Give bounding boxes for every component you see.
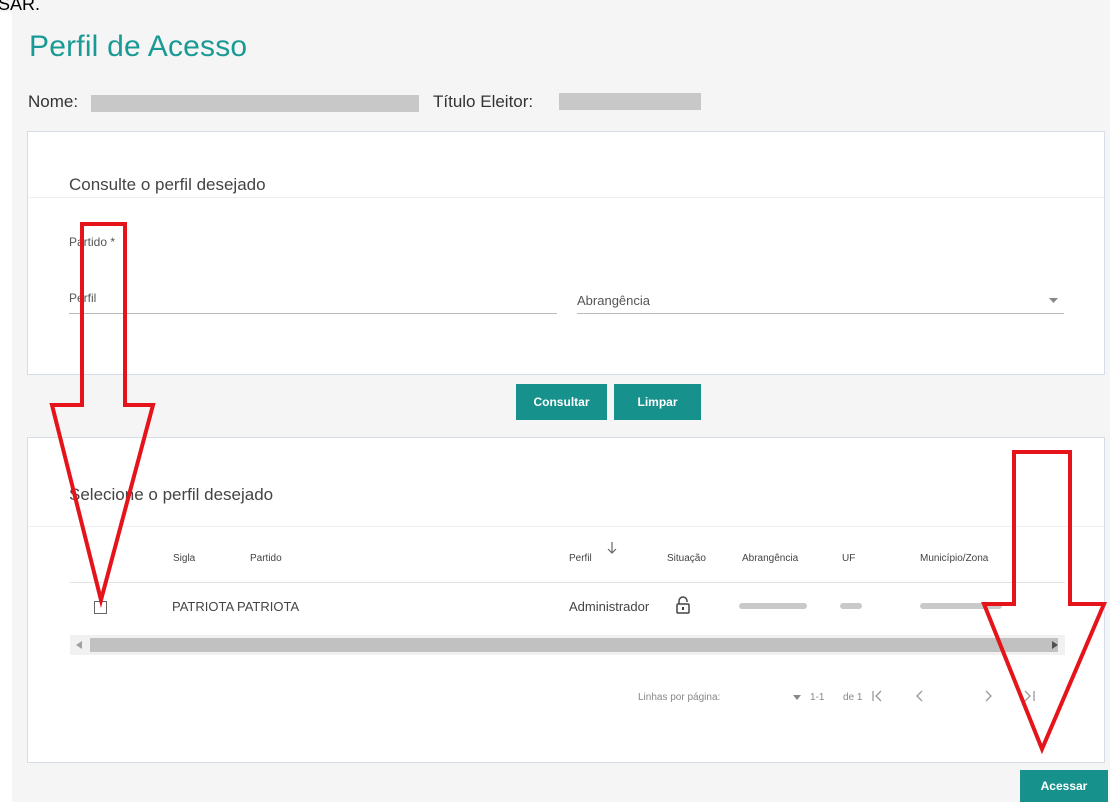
cell-municipio-redacted bbox=[920, 603, 1002, 609]
table-row[interactable]: PATRIOTA PATRIOTA Administrador bbox=[70, 590, 1065, 622]
limpar-button[interactable]: Limpar bbox=[614, 384, 701, 420]
pagination-range: 1-1 bbox=[810, 692, 825, 703]
nome-value-redacted bbox=[91, 95, 419, 112]
cell-uf-redacted bbox=[840, 603, 862, 609]
rows-per-page-label: Linhas por página: bbox=[638, 692, 721, 703]
first-page-icon[interactable] bbox=[872, 690, 882, 702]
next-page-icon[interactable] bbox=[985, 690, 993, 702]
results-card-divider bbox=[28, 526, 1104, 527]
abrangencia-select-label: Abrangência bbox=[577, 293, 650, 308]
results-card-title: Selecione o perfil desejado bbox=[69, 485, 274, 504]
caret-down-icon[interactable] bbox=[793, 695, 801, 700]
header-divider bbox=[70, 582, 1065, 583]
scrollbar-thumb[interactable] bbox=[90, 638, 1058, 652]
search-card-divider bbox=[28, 197, 1104, 198]
col-header-sigla[interactable]: Sigla bbox=[173, 553, 195, 564]
pagination-of: de 1 bbox=[843, 692, 863, 703]
cell-partido: PATRIOTA bbox=[237, 599, 300, 614]
col-header-perfil[interactable]: Perfil bbox=[569, 553, 592, 564]
lock-open-icon bbox=[676, 596, 690, 614]
row-checkbox[interactable] bbox=[94, 601, 107, 614]
search-card bbox=[27, 131, 1105, 375]
perfil-field[interactable]: Perfil bbox=[69, 280, 557, 314]
col-header-municipio-zona[interactable]: Município/Zona bbox=[920, 553, 988, 564]
scroll-right-icon[interactable] bbox=[1052, 641, 1058, 649]
nome-label: Nome: bbox=[28, 92, 79, 111]
caret-down-icon bbox=[1049, 298, 1058, 303]
col-header-partido[interactable]: Partido bbox=[250, 553, 282, 564]
cell-perfil: Administrador bbox=[569, 599, 650, 614]
col-header-abrangencia[interactable]: Abrangência bbox=[742, 553, 798, 564]
titulo-eleitor-label: Título Eleitor: bbox=[433, 92, 534, 111]
search-card-title: Consulte o perfil desejado bbox=[69, 175, 266, 194]
titulo-eleitor-value-redacted bbox=[559, 93, 701, 110]
acessar-button[interactable]: Acessar bbox=[1020, 770, 1108, 802]
last-page-icon[interactable] bbox=[1024, 690, 1036, 702]
perfil-field-underline bbox=[69, 313, 557, 314]
cell-sigla: PATRIOTA bbox=[172, 599, 235, 614]
arrow-down-icon[interactable] bbox=[607, 542, 617, 554]
scroll-left-icon[interactable] bbox=[76, 641, 82, 649]
abrangencia-select[interactable]: Abrangência bbox=[577, 280, 1064, 314]
previous-page-icon[interactable] bbox=[915, 690, 923, 702]
consultar-button[interactable]: Consultar bbox=[516, 384, 607, 420]
perfil-field-label: Perfil bbox=[69, 291, 97, 305]
cell-abrangencia-redacted bbox=[739, 603, 807, 609]
horizontal-scrollbar[interactable] bbox=[70, 635, 1065, 655]
partido-field-label: Partido * bbox=[69, 235, 116, 249]
col-header-situacao[interactable]: Situação bbox=[667, 553, 706, 564]
abrangencia-select-underline bbox=[577, 313, 1064, 314]
top-gray-strip bbox=[0, 0, 1110, 12]
col-header-uf[interactable]: UF bbox=[842, 553, 855, 564]
page-title: Perfil de Acesso bbox=[29, 30, 248, 63]
